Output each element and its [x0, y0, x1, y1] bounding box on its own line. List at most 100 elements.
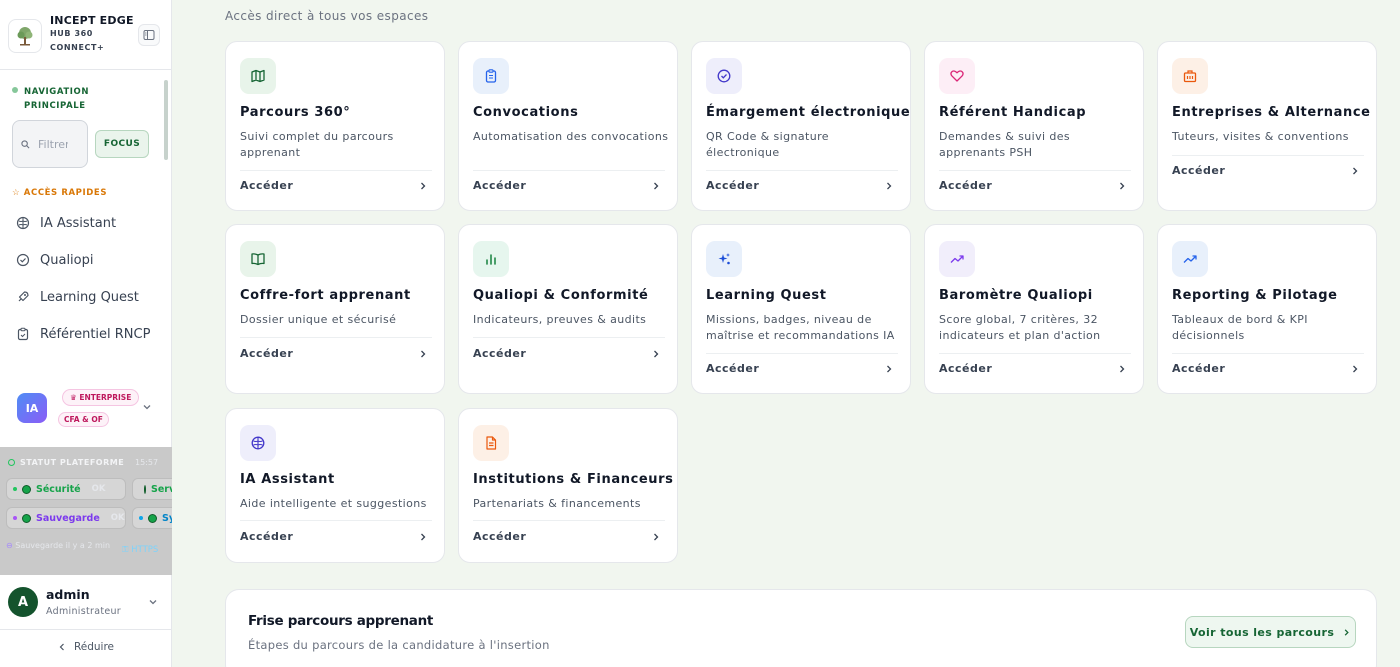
brand-name: INCEPT EDGE [50, 14, 134, 27]
view-all-parcours-button[interactable]: Voir tous les parcours [1185, 616, 1356, 648]
card-description: QR Code & signature électronique [706, 130, 829, 159]
card-coffre-fort[interactable]: Coffre-fort apprenant Dossier unique et … [225, 224, 445, 394]
card-title: Référent Handicap [939, 105, 1087, 120]
card-title: Convocations [473, 105, 579, 120]
card-description: Tuteurs, visites & conventions [1172, 130, 1349, 143]
card-parcours-360[interactable]: Parcours 360° Suivi complet du parcours … [225, 41, 445, 211]
card-ia-assistant[interactable]: IA Assistant Aide intelligente et sugges… [225, 408, 445, 563]
reduce-label: Réduire [73, 641, 115, 653]
filter-field[interactable] [12, 120, 88, 168]
sidebar-scrollbar[interactable] [164, 80, 168, 160]
card-title: Coffre-fort apprenant [240, 288, 411, 303]
card-divider [473, 337, 665, 338]
chevron-right-icon [654, 533, 659, 541]
book-icon [240, 241, 276, 277]
status-chip-state: OK [110, 513, 125, 523]
chevron-right-icon [1120, 182, 1125, 190]
quick-item-qualiopi[interactable]: Qualiopi [16, 248, 164, 272]
brain-icon [240, 425, 276, 461]
card-action[interactable]: Accéder [240, 179, 293, 192]
user-name: admin [46, 587, 90, 602]
check-circle-icon [16, 253, 30, 267]
quick-item-referentiel[interactable]: Référentiel RNCP [16, 322, 164, 346]
map-icon [240, 58, 276, 94]
quick-item-ia-assistant[interactable]: IA Assistant [16, 211, 164, 235]
chevron-right-icon [654, 350, 659, 358]
building-icon [1172, 58, 1208, 94]
status-title-text: STATUT PLATEFORME [20, 458, 125, 467]
card-reporting-pilotage[interactable]: Reporting & Pilotage Tableaux de bord & … [1157, 224, 1377, 394]
card-action[interactable]: Accéder [939, 179, 992, 192]
card-action[interactable]: Accéder [473, 179, 526, 192]
sidebar-toggle-button[interactable] [138, 24, 160, 46]
card-action[interactable]: Accéder [706, 179, 759, 192]
card-action[interactable]: Accéder [240, 347, 293, 360]
plan-selector[interactable]: IA ♛ ENTERPRISE CFA & OF [8, 384, 164, 434]
plan-avatar: IA [17, 393, 47, 423]
filter-input[interactable] [38, 137, 68, 151]
card-description: Score global, 7 critères, 32 indicateurs… [939, 313, 1101, 342]
chevron-down-icon [149, 600, 157, 605]
status-chip-label: Sync [162, 512, 172, 524]
chevron-left-icon [59, 643, 64, 651]
brand[interactable]: INCEPT EDGE HUB 360 CONNECT+ [8, 12, 164, 62]
quick-item-learning-quest[interactable]: Learning Quest [16, 285, 164, 309]
card-title: Entreprises & Alternance [1172, 105, 1371, 120]
platform-status-panel: STATUT PLATEFORME 15:57 Sécurité OK Serv… [0, 447, 172, 575]
card-institutions-financeurs[interactable]: Institutions & Financeurs Partenariats &… [458, 408, 678, 563]
card-title: Baromètre Qualiopi [939, 288, 1093, 303]
status-chip-securite[interactable]: Sécurité OK [6, 478, 126, 500]
card-divider [473, 520, 665, 521]
status-chip-sauvegarde[interactable]: Sauvegarde OK [6, 507, 126, 529]
check-circle-icon [706, 58, 742, 94]
quick-item-label: Qualiopi [40, 252, 94, 268]
dot-icon [13, 516, 17, 520]
trending-up-icon [939, 241, 975, 277]
card-referent-handicap[interactable]: Référent Handicap Demandes & suivi des a… [924, 41, 1144, 211]
card-description: Tableaux de bord & KPI décisionnels [1172, 313, 1308, 342]
card-action[interactable]: Accéder [1172, 362, 1225, 375]
https-label: HTTPS [131, 545, 159, 555]
card-action[interactable]: Accéder [1172, 164, 1225, 177]
nav-heading-line2: PRINCIPALE [24, 101, 86, 111]
backup-info-text: Sauvegarde il y a 2 min [15, 541, 111, 550]
card-action[interactable]: Accéder [473, 347, 526, 360]
card-convocations[interactable]: Convocations Automatisation des convocat… [458, 41, 678, 211]
card-action[interactable]: Accéder [939, 362, 992, 375]
status-chip-serveurs[interactable]: Serveurs [132, 478, 172, 500]
card-title: Parcours 360° [240, 105, 351, 120]
chevron-right-icon [421, 533, 426, 541]
lock-icon: ⚿ [122, 545, 129, 555]
status-chip-sync[interactable]: Sync [132, 507, 172, 529]
reduce-sidebar-button[interactable]: Réduire [0, 636, 172, 658]
card-qualiopi-conformite[interactable]: Qualiopi & Conformité Indicateurs, preuv… [458, 224, 678, 394]
focus-button[interactable]: FOCUS [95, 130, 149, 158]
card-action[interactable]: Accéder [240, 530, 293, 543]
card-entreprises-alternance[interactable]: Entreprises & Alternance Tuteurs, visite… [1157, 41, 1377, 211]
card-divider [1172, 155, 1364, 156]
card-title: Institutions & Financeurs [473, 472, 674, 487]
status-chip-label: Sécurité [36, 483, 81, 495]
nav-heading: NAVIGATION PRINCIPALE [12, 85, 89, 113]
card-action[interactable]: Accéder [706, 362, 759, 375]
chevron-right-icon [887, 182, 892, 190]
card-divider [240, 337, 432, 338]
card-description: Indicateurs, preuves & audits [473, 313, 647, 326]
chevron-right-icon [421, 350, 426, 358]
quick-item-label: Référentiel RNCP [40, 326, 151, 342]
card-action[interactable]: Accéder [473, 530, 526, 543]
brand-line1: HUB 360 [50, 29, 93, 38]
dot-icon [13, 487, 17, 491]
ok-status-icon [144, 484, 146, 494]
card-divider [939, 353, 1131, 354]
card-emargement[interactable]: Émargement électronique QR Code & signat… [691, 41, 911, 211]
sidebar: INCEPT EDGE HUB 360 CONNECT+ NAVIGATION … [0, 0, 172, 667]
card-barometre-qualiopi[interactable]: Baromètre Qualiopi Score global, 7 critè… [924, 224, 1144, 394]
quick-access-label: ACCÈS RAPIDES [23, 188, 108, 198]
user-menu[interactable]: A admin Administrateur [0, 575, 172, 630]
https-indicator: ⚿ HTTPS [122, 545, 158, 555]
status-title: STATUT PLATEFORME [8, 458, 124, 467]
card-learning-quest[interactable]: Learning Quest Missions, badges, niveau … [691, 224, 911, 394]
nav-heading-line1: NAVIGATION [24, 87, 90, 97]
chevron-down-icon [143, 405, 151, 410]
